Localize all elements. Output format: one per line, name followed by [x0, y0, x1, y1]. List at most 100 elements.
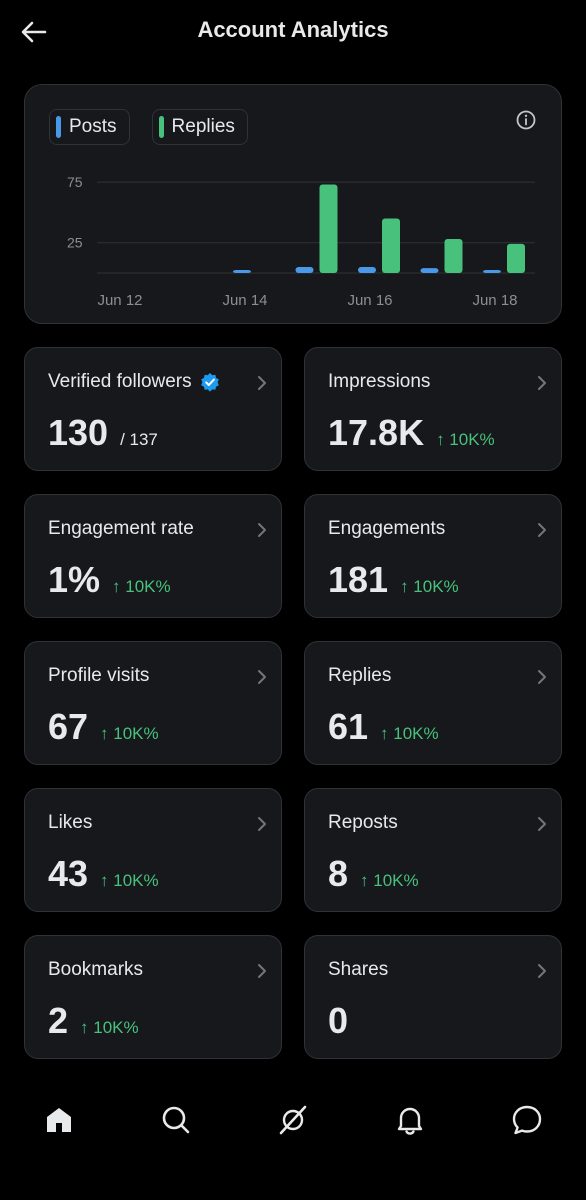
bar-posts-jun-17[interactable] — [420, 268, 439, 273]
metric-label-text: Impressions — [328, 371, 431, 392]
bar-replies-jun-17[interactable] — [444, 239, 463, 273]
metric-label: Profile visits — [48, 665, 149, 687]
chevron-right-icon — [255, 668, 269, 686]
metric-value-row: 181 ↑ 10K% — [328, 559, 459, 601]
metric-label-text: Replies — [328, 665, 392, 686]
x-tick-label: Jun 14 — [222, 292, 267, 309]
legend-replies-swatch — [158, 116, 164, 138]
y-tick-label: 25 — [67, 235, 83, 251]
x-tick-label: Jun 16 — [347, 292, 392, 309]
nav-search[interactable] — [156, 1100, 196, 1140]
metric-change: ↑ 10K% — [436, 430, 495, 449]
metric-change: ↑ 10K% — [80, 1018, 139, 1037]
metric-label-text: Profile visits — [48, 665, 150, 686]
metric-value: 43 — [48, 853, 89, 894]
metric-card-shares[interactable]: Shares 0 — [304, 935, 562, 1059]
chevron-right-icon — [255, 374, 269, 392]
nav-grok[interactable] — [273, 1100, 313, 1140]
metric-label: Shares — [328, 959, 388, 981]
legend-replies[interactable]: Replies — [151, 109, 248, 145]
metric-label: Likes — [48, 812, 92, 834]
metric-label: Verified followers — [48, 371, 220, 393]
metric-change: ↑ 10K% — [360, 871, 419, 890]
metric-value: 0 — [328, 1000, 349, 1041]
metric-value-row: 2 ↑ 10K% — [48, 1000, 139, 1042]
metric-card-verified-followers[interactable]: Verified followers 130 / 137 — [24, 347, 282, 471]
bar-replies-jun-15[interactable] — [319, 184, 338, 273]
metric-label-text: Reposts — [328, 812, 398, 833]
metric-change: ↑ 10K% — [400, 577, 459, 596]
metric-label-text: Verified followers — [48, 371, 192, 392]
metric-label: Engagements — [328, 518, 445, 540]
metric-value: 67 — [48, 706, 89, 747]
metric-label-text: Shares — [328, 959, 389, 980]
bar-posts-jun-16[interactable] — [358, 266, 376, 273]
search-icon — [162, 1106, 190, 1134]
metric-value-row: 43 ↑ 10K% — [48, 853, 159, 895]
chevron-right-icon — [255, 815, 269, 833]
metric-card-engagements[interactable]: Engagements 181 ↑ 10K% — [304, 494, 562, 618]
chevron-right-icon — [535, 374, 549, 392]
chevron-right-icon — [535, 668, 549, 686]
x-tick-label: Jun 18 — [472, 292, 517, 309]
info-button[interactable] — [515, 109, 537, 131]
bar-posts-jun-15[interactable] — [295, 266, 314, 273]
metric-value: 181 — [328, 559, 389, 600]
metric-value-row: 67 ↑ 10K% — [48, 706, 159, 748]
chevron-right-icon — [535, 962, 549, 980]
metric-change: ↑ 10K% — [100, 871, 159, 890]
metric-value: 2 — [48, 1000, 69, 1041]
bar-posts-jun-18[interactable] — [483, 270, 501, 273]
metric-label: Replies — [328, 665, 391, 687]
grok-icon — [279, 1105, 307, 1135]
metric-card-replies[interactable]: Replies 61 ↑ 10K% — [304, 641, 562, 765]
metric-value-row: 130 / 137 — [48, 412, 158, 454]
metric-card-impressions[interactable]: Impressions 17.8K ↑ 10K% — [304, 347, 562, 471]
metric-value: 61 — [328, 706, 369, 747]
legend-posts[interactable]: Posts — [49, 109, 130, 145]
chart-legend: Posts Replies — [49, 109, 248, 145]
metric-card-likes[interactable]: Likes 43 ↑ 10K% — [24, 788, 282, 912]
metric-label: Reposts — [328, 812, 398, 834]
metric-card-engagement-rate[interactable]: Engagement rate 1% ↑ 10K% — [24, 494, 282, 618]
metric-card-bookmarks[interactable]: Bookmarks 2 ↑ 10K% — [24, 935, 282, 1059]
notifications-icon — [397, 1107, 423, 1135]
metric-label: Engagement rate — [48, 518, 194, 540]
y-tick-label: 75 — [67, 174, 83, 190]
metric-card-profile-visits[interactable]: Profile visits 67 ↑ 10K% — [24, 641, 282, 765]
bar-replies-jun-16[interactable] — [382, 218, 400, 273]
chevron-right-icon — [255, 962, 269, 980]
metric-value: 130 — [48, 412, 109, 453]
legend-replies-label: Replies — [171, 116, 235, 137]
bar-replies-jun-18[interactable] — [507, 243, 525, 273]
metric-label-text: Likes — [48, 812, 93, 833]
metric-label: Bookmarks — [48, 959, 143, 981]
metric-value-row: 1% ↑ 10K% — [48, 559, 171, 601]
nav-notifications[interactable] — [390, 1100, 430, 1140]
x-tick-label: Jun 12 — [97, 292, 142, 309]
chart-card: 75 25 Jun 12 Jun 14 Jun 16 Jun 18 Posts Repli… — [24, 84, 562, 324]
verified-badge-icon — [200, 372, 220, 392]
chevron-right-icon — [535, 815, 549, 833]
chevron-right-icon — [535, 521, 549, 539]
metric-value-row: 17.8K ↑ 10K% — [328, 412, 495, 454]
metric-value: 8 — [328, 853, 349, 894]
nav-messages[interactable] — [507, 1100, 547, 1140]
metric-value: 1% — [48, 559, 101, 600]
metric-value: 17.8K — [328, 412, 425, 453]
legend-posts-label: Posts — [69, 116, 117, 137]
page-title: Account Analytics — [197, 17, 389, 42]
metric-label-text: Bookmarks — [48, 959, 144, 980]
metric-label: Impressions — [328, 371, 430, 393]
legend-posts-swatch — [56, 116, 61, 138]
metric-card-reposts[interactable]: Reposts 8 ↑ 10K% — [304, 788, 562, 912]
metric-total: / 137 — [120, 430, 158, 449]
bar-posts-jun-14[interactable] — [233, 270, 251, 273]
home-icon — [47, 1108, 71, 1132]
metric-label-text: Engagement rate — [48, 518, 194, 539]
metric-change: ↑ 10K% — [112, 577, 171, 596]
metric-change: ↑ 10K% — [380, 724, 439, 743]
nav-home[interactable] — [39, 1100, 79, 1140]
header: Account Analytics — [0, 0, 586, 64]
metric-value-row: 0 — [328, 1000, 348, 1042]
